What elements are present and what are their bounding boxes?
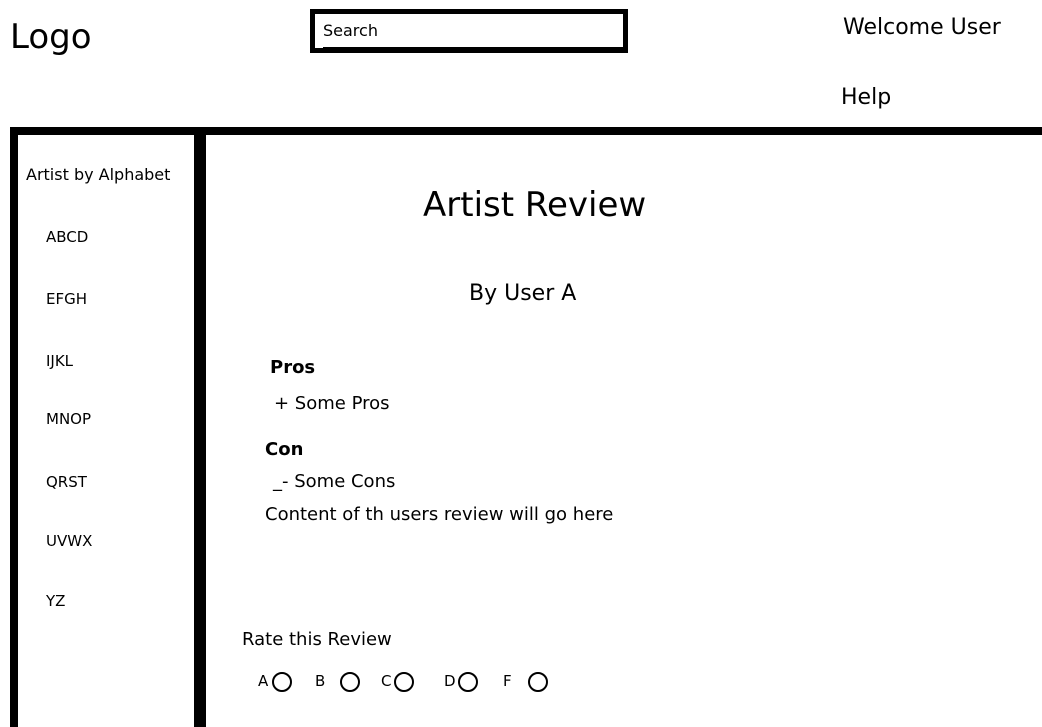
sidebar-item-ijkl[interactable]: IJKL — [46, 351, 73, 371]
rating-letter-b: B — [315, 672, 326, 690]
rating-letter-d: D — [444, 672, 456, 690]
rating-letter-a: A — [258, 672, 269, 690]
sidebar-item-uvwx[interactable]: UVWX — [46, 531, 92, 551]
rating-radio-a[interactable] — [272, 672, 292, 692]
sidebar-item-abcd[interactable]: ABCD — [46, 227, 88, 247]
pros-heading: Pros — [270, 357, 316, 378]
review-body: Content of th users review will go here — [265, 504, 614, 525]
rating-letter-f: F — [503, 672, 512, 690]
sidebar-item-yz[interactable]: YZ — [46, 591, 65, 611]
welcome-user-text: Welcome User — [843, 15, 1001, 40]
cons-item: _- Some Cons — [273, 471, 396, 492]
cons-heading: Con — [265, 439, 304, 460]
pros-item: + Some Pros — [274, 393, 390, 414]
sidebar-item-efgh[interactable]: EFGH — [46, 289, 87, 309]
sidebar-item-qrst[interactable]: QRST — [46, 472, 87, 492]
logo[interactable]: Logo — [10, 17, 92, 57]
rating-radio-d[interactable] — [458, 672, 478, 692]
sidebar-title: Artist by Alphabet — [26, 165, 171, 184]
help-link[interactable]: Help — [841, 83, 891, 113]
main-frame: Artist by Alphabet ABCD EFGH IJKL MNOP Q… — [10, 127, 1042, 727]
page-title: Artist Review — [423, 185, 647, 225]
rating-radio-f[interactable] — [528, 672, 548, 692]
search-box — [310, 9, 628, 53]
rating-radio-c[interactable] — [394, 672, 414, 692]
rating-radio-b[interactable] — [340, 672, 360, 692]
review-author: By User A — [469, 281, 577, 306]
sidebar-divider — [194, 135, 206, 727]
rating-letter-c: C — [381, 672, 392, 690]
sidebar-item-mnop[interactable]: MNOP — [46, 409, 91, 429]
rate-review-label: Rate this Review — [242, 629, 392, 650]
sidebar: Artist by Alphabet ABCD EFGH IJKL MNOP Q… — [18, 135, 194, 727]
search-input[interactable] — [323, 14, 623, 48]
